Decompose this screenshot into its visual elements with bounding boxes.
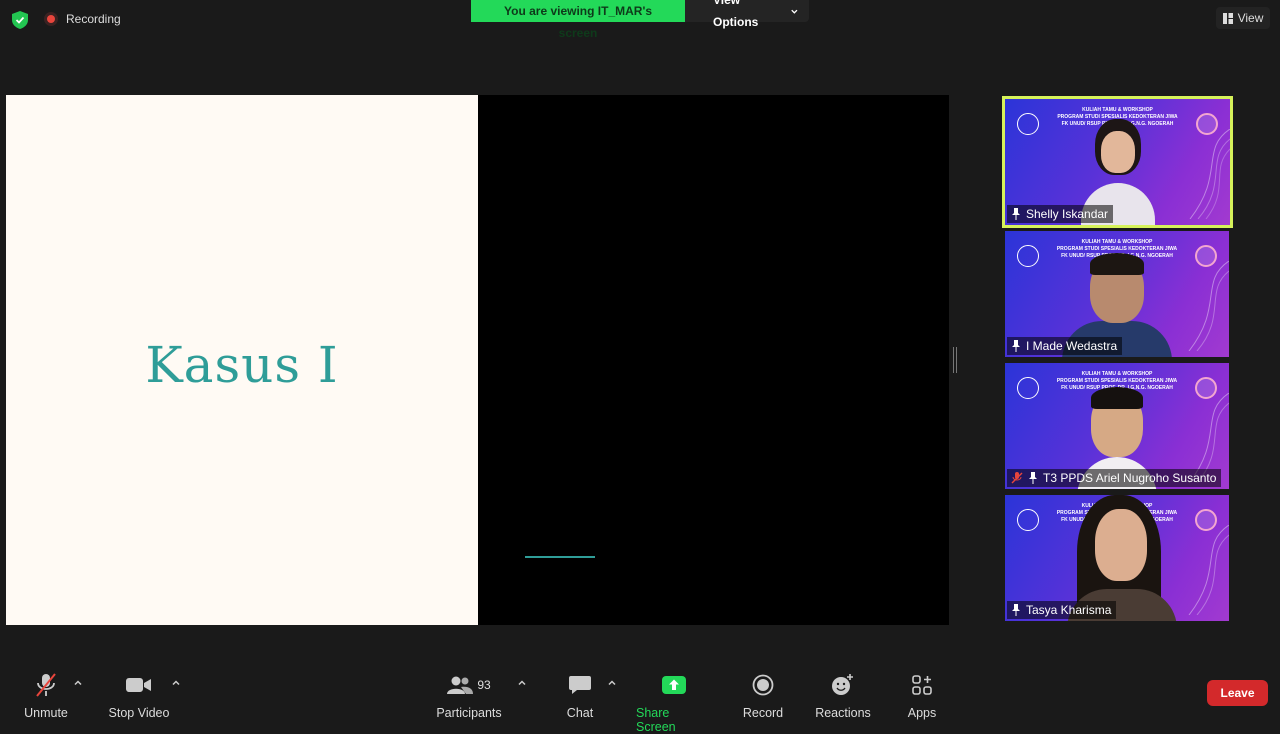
university-logo-icon [1017, 377, 1039, 399]
share-screen-icon [662, 676, 686, 694]
banner-line: KULIAH TAMU & WORKSHOP [1081, 371, 1153, 377]
panel-resize-handle[interactable] [953, 347, 957, 373]
meeting-toolbar: Unmute Stop Video 93 Participants Chat S… [0, 660, 1280, 734]
participant-name: Tasya Kharisma [1026, 603, 1112, 617]
slide-title: Kasus I [145, 336, 339, 394]
university-logo-icon [1017, 245, 1039, 267]
view-layout-icon [1222, 12, 1233, 24]
university-logo-icon [1017, 113, 1039, 135]
participants-options-caret-icon[interactable] [517, 678, 527, 688]
apps-label: Apps [907, 706, 937, 720]
reactions-button[interactable]: Reactions [813, 660, 873, 720]
participant-name-tag: Tasya Kharisma [1007, 601, 1117, 619]
reactions-label: Reactions [815, 706, 871, 720]
participants-count: 93 [477, 678, 491, 692]
viewing-screen-label: You are viewing IT_MAR's screen [471, 0, 685, 40]
banner-line: KULIAH TAMU & WORKSHOP [1082, 107, 1153, 113]
apps-button[interactable]: Apps [904, 660, 940, 720]
view-label: View [1237, 11, 1264, 25]
video-tile-wedastra[interactable]: KULIAH TAMU & WORKSHOP PROGRAM STUDI SPE… [1005, 231, 1229, 357]
share-screen-button[interactable]: Share Screen [636, 660, 712, 734]
university-logo-icon [1017, 509, 1039, 531]
video-tile-ariel[interactable]: KULIAH TAMU & WORKSHOP PROGRAM STUDI SPE… [1005, 363, 1229, 489]
view-options-label: View Options [713, 0, 759, 29]
unmute-label: Unmute [24, 706, 68, 720]
recording-indicator[interactable]: Recording [44, 12, 121, 26]
top-bar: Recording You are viewing IT_MAR's scree… [0, 0, 1280, 40]
pin-icon [1012, 604, 1020, 616]
view-button[interactable]: View [1216, 7, 1270, 29]
presentation-slide: Kasus I [6, 95, 478, 625]
shared-screen[interactable]: Kasus I [6, 95, 949, 625]
pin-icon [1012, 208, 1020, 220]
video-tile-tasya[interactable]: KULIAH TAMU & WORKSHOP PROGRAM STUDI SPE… [1005, 495, 1229, 621]
reactions-smiley-icon [832, 674, 853, 695]
participants-label: Participants [436, 706, 502, 720]
apps-icon [912, 675, 932, 695]
chat-bubble-icon [569, 676, 591, 694]
recording-dot-icon [44, 12, 58, 26]
record-label: Record [742, 706, 784, 720]
chevron-down-icon [791, 9, 798, 14]
record-button[interactable]: Record [742, 660, 784, 720]
chat-label: Chat [566, 706, 594, 720]
participant-name-tag: I Made Wedastra [1007, 337, 1123, 355]
decorative-waves [1189, 129, 1230, 219]
participant-name: Shelly Iskandar [1026, 207, 1109, 221]
pin-icon [1029, 472, 1037, 484]
muted-mic-icon [1011, 472, 1023, 484]
pin-icon [1012, 340, 1020, 352]
leave-button[interactable]: Leave [1207, 680, 1268, 706]
banner-line: KULIAH TAMU & WORKSHOP [1081, 239, 1153, 245]
participant-name: I Made Wedastra [1026, 339, 1118, 353]
participants-icon [447, 676, 474, 694]
share-screen-label: Share Screen [636, 706, 676, 734]
stop-video-label: Stop Video [108, 706, 170, 720]
unmute-button[interactable]: Unmute [22, 660, 70, 720]
video-tile-shelly[interactable]: KULIAH TAMU & WORKSHOP PROGRAM STUDI SPE… [1002, 96, 1233, 228]
chat-options-caret-icon[interactable] [607, 678, 617, 688]
muted-mic-icon [36, 673, 56, 697]
participants-button[interactable]: 93 Participants [434, 660, 504, 720]
decorative-waves [1188, 261, 1229, 351]
stop-video-button[interactable]: Stop Video [104, 660, 174, 720]
slide-accent-line [525, 556, 595, 558]
record-icon [752, 674, 774, 696]
participant-name-tag: T3 PPDS Ariel Nugroho Susanto [1007, 469, 1222, 487]
chat-button[interactable]: Chat [561, 660, 599, 720]
viewing-banner: You are viewing IT_MAR's screen View Opt… [471, 0, 809, 40]
recording-label: Recording [66, 12, 121, 26]
video-options-caret-icon[interactable] [171, 678, 181, 688]
video-camera-icon [126, 678, 151, 692]
participant-name: T3 PPDS Ariel Nugroho Susanto [1043, 471, 1217, 485]
view-options-button[interactable]: View Options [685, 0, 809, 29]
participant-name-tag: Shelly Iskandar [1007, 205, 1114, 223]
encryption-shield-icon[interactable] [12, 11, 28, 29]
audio-options-caret-icon[interactable] [73, 678, 83, 688]
